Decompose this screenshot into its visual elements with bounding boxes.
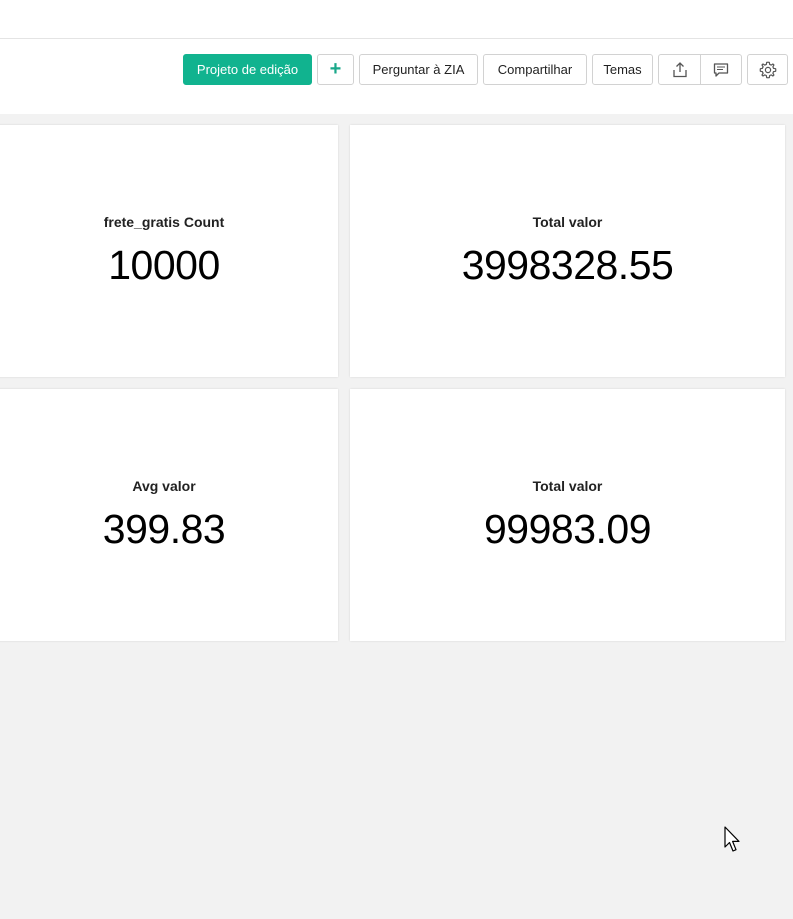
comment-button[interactable]	[700, 55, 741, 84]
add-button[interactable]: +	[317, 54, 354, 85]
kpi-widget[interactable]: frete_gratis Count 10000	[0, 125, 338, 377]
widget-label: Avg valor	[132, 478, 196, 494]
ask-zia-button[interactable]: Perguntar à ZIA	[359, 54, 478, 85]
widget-value: 3998328.55	[461, 242, 674, 288]
widget-label: Total valor	[532, 478, 603, 494]
export-button[interactable]	[659, 55, 700, 84]
edit-design-button[interactable]: Projeto de edição	[183, 54, 312, 85]
themes-button[interactable]: Temas	[592, 54, 653, 85]
widget-value: 99983.09	[483, 506, 652, 552]
widget-value: 10000	[108, 242, 220, 288]
settings-button[interactable]	[747, 54, 788, 85]
kpi-widget[interactable]: Avg valor 399.83	[0, 389, 338, 641]
dashboard-toolbar: Projeto de edição + Perguntar à ZIA Comp…	[0, 39, 793, 114]
widget-value: 399.83	[102, 506, 226, 552]
top-header-strip	[0, 0, 793, 39]
widget-label: frete_gratis Count	[103, 214, 225, 230]
kpi-widget[interactable]: Total valor 99983.09	[350, 389, 785, 641]
mouse-cursor-icon	[724, 826, 740, 852]
comment-icon	[713, 62, 729, 77]
kpi-widget[interactable]: Total valor 3998328.55	[350, 125, 785, 377]
gear-icon	[759, 61, 776, 78]
export-comment-group	[658, 54, 742, 85]
share-button[interactable]: Compartilhar	[483, 54, 587, 85]
export-icon	[672, 61, 687, 77]
widget-label: Total valor	[532, 214, 603, 230]
